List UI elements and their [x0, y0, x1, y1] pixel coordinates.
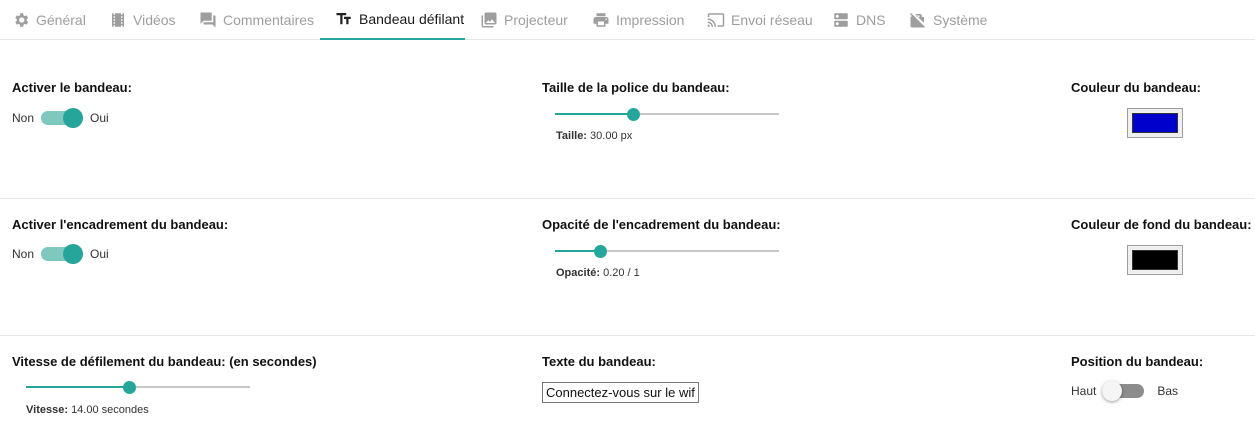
tab-label: Impression — [616, 12, 685, 28]
tab-label: Vidéos — [133, 12, 176, 28]
toggle-off-label: Non — [12, 247, 35, 261]
frame-opacity-value-label: Opacité: — [556, 267, 601, 279]
slider-thumb[interactable] — [123, 381, 137, 394]
film-icon — [112, 13, 124, 27]
slider-thumb[interactable] — [593, 245, 607, 258]
comment-icon — [200, 12, 216, 28]
banner-color-label: Couleur du bandeau: — [1071, 80, 1201, 95]
font-size-value-label: Taille: — [556, 130, 587, 142]
frame-enable-label: Activer l'encadrement du bandeau: — [12, 217, 229, 232]
background-color-label: Couleur de fond du bandeau: — [1071, 217, 1252, 232]
scroll-speed-slider[interactable] — [26, 381, 250, 395]
banner-position-toggle: Haut Bas — [1071, 381, 1178, 401]
gear-icon — [15, 13, 29, 27]
toggle-off-label: Non — [12, 111, 35, 125]
tab-dns[interactable]: DNS — [832, 0, 886, 40]
section-divider — [0, 335, 1255, 336]
tab-videos[interactable]: Vidéos — [109, 0, 176, 40]
frame-opacity-label: Opacité de l'encadrement du bandeau: — [542, 217, 781, 232]
toggle-off-label: Haut — [1071, 384, 1097, 398]
tab-general[interactable]: Général — [12, 0, 86, 40]
banner-color-picker[interactable] — [1127, 108, 1183, 138]
cast-icon — [707, 13, 725, 27]
dns-server-icon — [834, 13, 848, 27]
tab-label: Envoi réseau — [731, 12, 813, 28]
background-color-picker[interactable] — [1127, 245, 1183, 275]
banner-text-label: Texte du bandeau: — [542, 354, 656, 369]
tab-label: Commentaires — [223, 12, 315, 28]
banner-text-input[interactable] — [542, 382, 699, 403]
banner-enable-label: Activer le bandeau: — [12, 80, 132, 95]
toggle-on-label: Bas — [1157, 384, 1179, 398]
scroll-speed-value-label: Vitesse: — [26, 404, 68, 416]
text-size-icon — [336, 13, 351, 25]
banner-position-label: Position du bandeau: — [1071, 354, 1204, 369]
tab-label: Général — [36, 12, 86, 28]
tab-label: Système — [933, 12, 988, 28]
frame-enable-switch[interactable] — [41, 244, 84, 264]
slider-thumb[interactable] — [627, 108, 641, 121]
frame-opacity-value-text: 0.20 / 1 — [603, 267, 640, 279]
printer-icon — [593, 13, 609, 27]
scroll-speed-label: Vitesse de défilement du bandeau: (en se… — [12, 354, 317, 369]
scroll-speed-value-text: 14.00 secondes — [71, 404, 149, 416]
font-size-value-text: 30.00 px — [590, 130, 633, 142]
tab-scrolling-banner[interactable]: Bandeau défilant — [320, 0, 465, 40]
banner-position-switch[interactable] — [1102, 381, 1145, 401]
tab-bar: Général Vidéos Commentaires Bandeau défi… — [0, 0, 1255, 40]
tab-network-send[interactable]: Envoi réseau — [707, 0, 813, 40]
tab-label: DNS — [856, 12, 886, 28]
font-size-value: Taille: 30.00 px — [556, 130, 632, 142]
tab-printing[interactable]: Impression — [592, 0, 684, 40]
font-size-slider[interactable] — [555, 108, 779, 122]
system-icon — [910, 13, 925, 28]
banner-enable-toggle: Non Oui — [12, 108, 109, 128]
section-divider — [0, 198, 1255, 199]
font-size-label: Taille de la police du bandeau: — [542, 80, 730, 95]
tab-projector[interactable]: Projecteur — [480, 0, 568, 40]
tab-system[interactable]: Système — [909, 0, 987, 40]
toggle-on-label: Oui — [90, 111, 109, 125]
image-icon — [481, 12, 497, 28]
toggle-on-label: Oui — [90, 247, 109, 261]
tab-label: Projecteur — [504, 12, 568, 28]
tab-label: Bandeau défilant — [359, 11, 465, 27]
tab-comments[interactable]: Commentaires — [199, 0, 314, 40]
frame-enable-toggle: Non Oui — [12, 244, 109, 264]
banner-enable-switch[interactable] — [41, 108, 84, 128]
scroll-speed-value: Vitesse: 14.00 secondes — [26, 404, 149, 416]
frame-opacity-value: Opacité: 0.20 / 1 — [556, 267, 640, 279]
frame-opacity-slider[interactable] — [555, 245, 779, 259]
